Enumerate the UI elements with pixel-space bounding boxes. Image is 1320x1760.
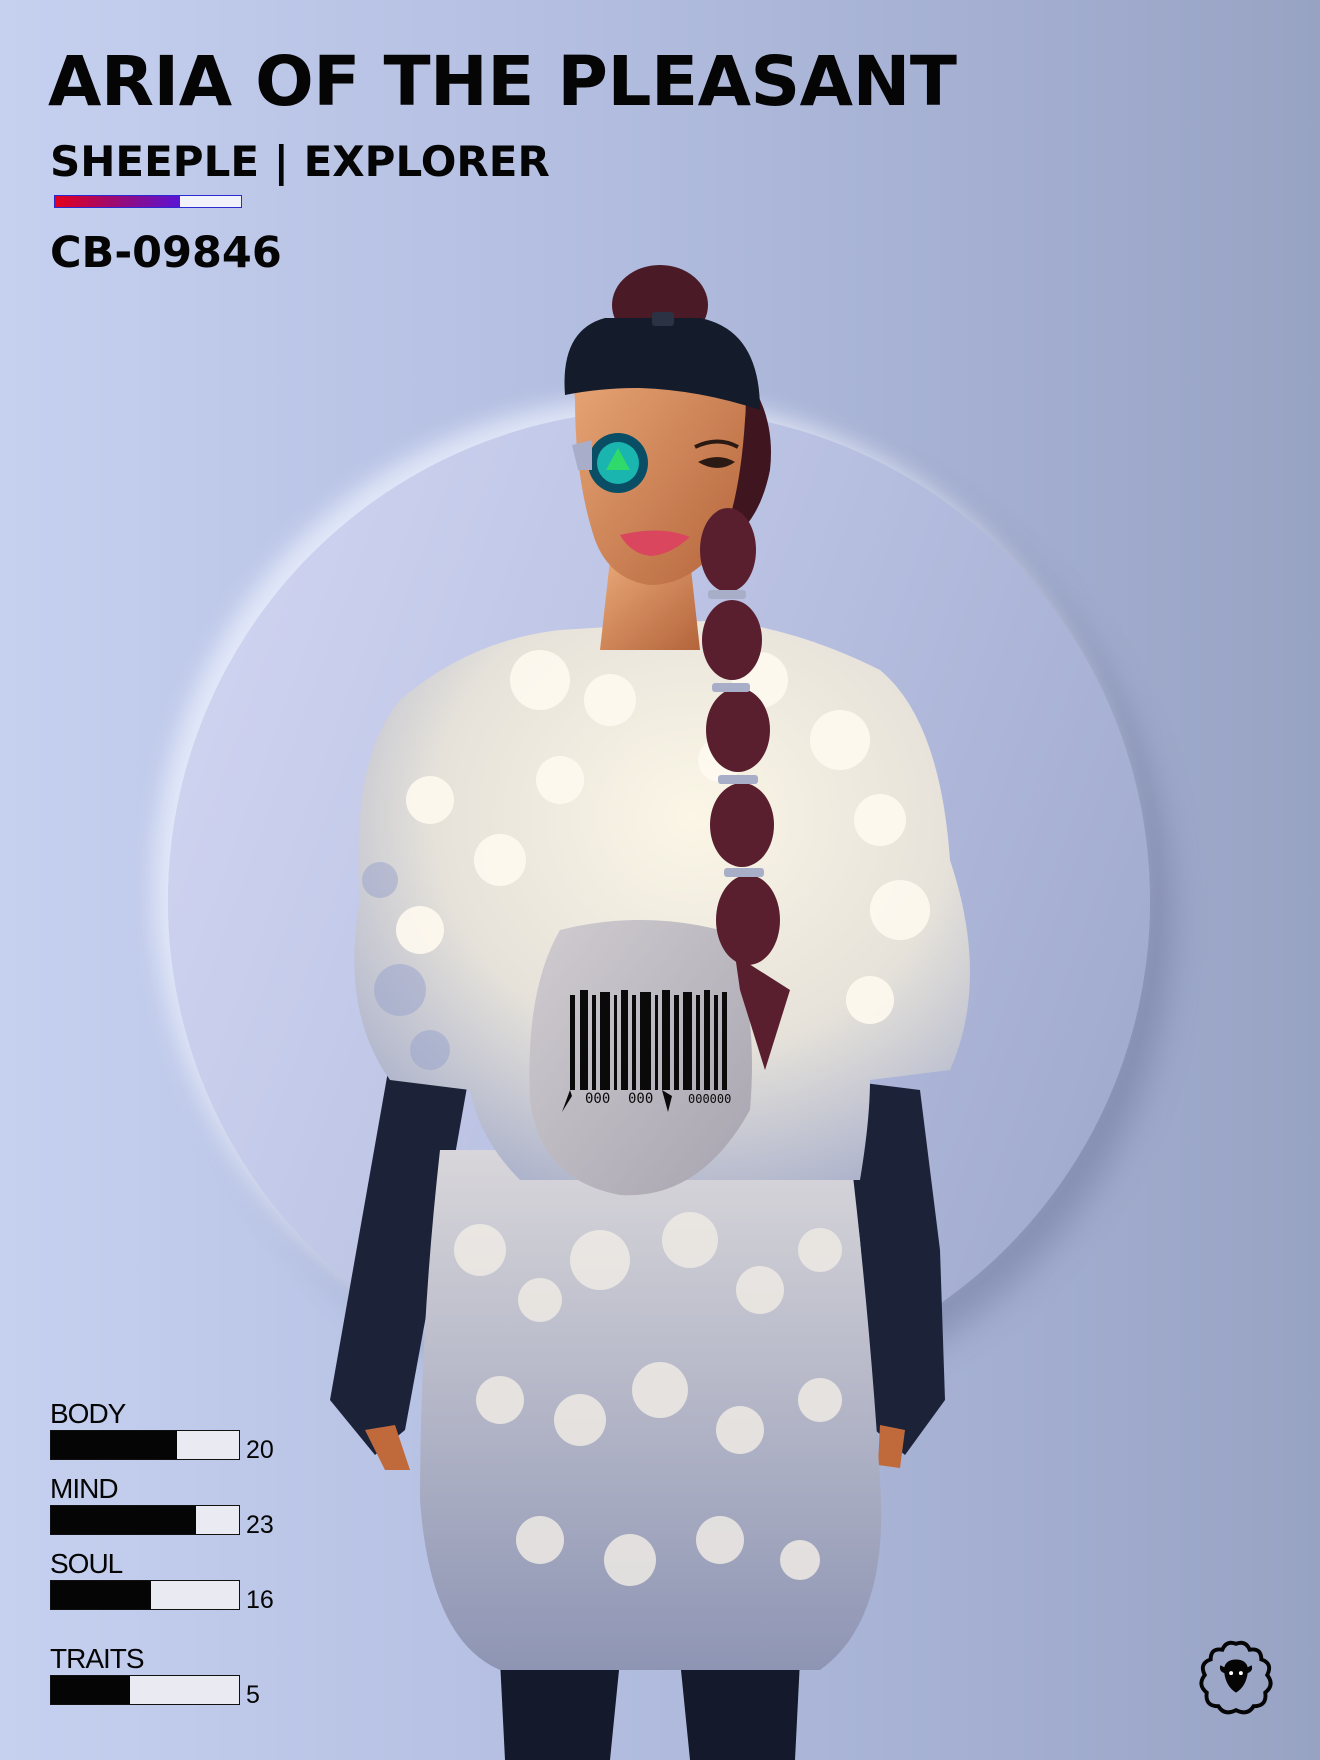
stat-bar-fill-traits [51, 1676, 130, 1704]
character-illustration: 000 000 000000 [330, 265, 970, 1760]
stat-value-mind: 23 [246, 1511, 274, 1539]
stat-label-body: BODY [50, 1398, 126, 1429]
stat-bar-traits [50, 1675, 240, 1705]
stat-value-traits: 5 [246, 1681, 260, 1709]
legs [500, 1660, 800, 1760]
stat-label-mind: MIND [50, 1473, 119, 1504]
stat-value-soul: 16 [246, 1586, 274, 1614]
barcode-digits-3: 000000 [688, 1092, 731, 1106]
stat-bar-body [50, 1430, 240, 1460]
barcode-digits-2: 000 [628, 1091, 653, 1107]
character-card: ARIA OF THE PLEASANT SHEEPLE | EXPLORER … [0, 0, 1320, 1760]
stat-bar-mind [50, 1505, 240, 1535]
barcode-digits-1: 000 [585, 1091, 610, 1107]
stat-bar-fill-mind [51, 1506, 196, 1534]
right-hand [878, 1425, 905, 1468]
stat-bar-fill-soul [51, 1581, 151, 1609]
stat-bar-fill-body [51, 1431, 177, 1459]
sheep-logo-icon [1199, 1640, 1273, 1715]
stat-label-soul: SOUL [50, 1548, 123, 1579]
stat-bar-soul [50, 1580, 240, 1610]
stat-value-body: 20 [246, 1436, 274, 1464]
stat-label-traits: TRAITS [50, 1643, 145, 1674]
